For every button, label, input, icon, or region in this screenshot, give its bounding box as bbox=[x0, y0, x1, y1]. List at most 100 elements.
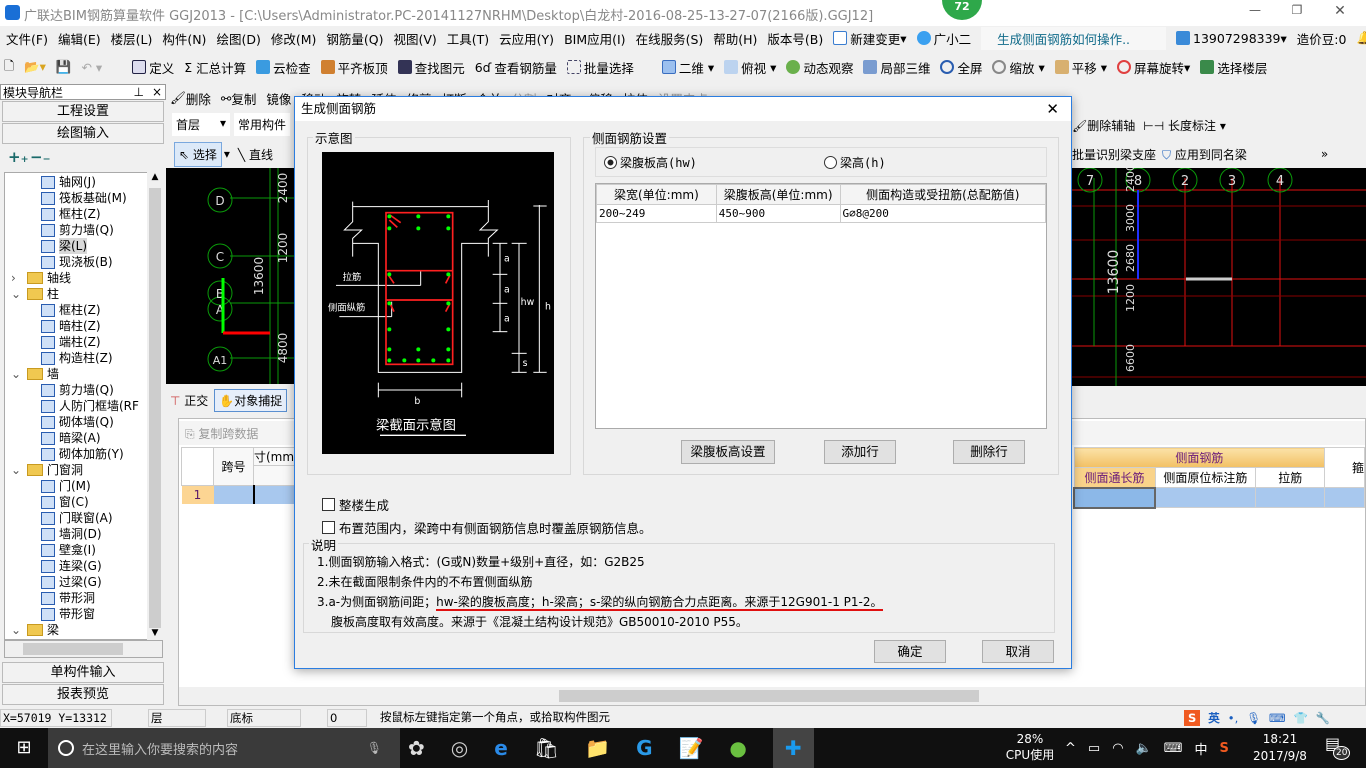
green-app-icon[interactable]: ● bbox=[729, 736, 746, 760]
tree-item[interactable]: 窗(C) bbox=[5, 494, 147, 510]
open-file-button[interactable]: 📂▾ bbox=[24, 59, 46, 75]
menu-draw[interactable]: 绘图(D) bbox=[216, 29, 260, 48]
tree-item[interactable]: 壁龛(I) bbox=[5, 542, 147, 558]
tree-item[interactable]: 连梁(G) bbox=[5, 558, 147, 574]
summary-calc-button[interactable]: Σ 汇总计算 bbox=[184, 58, 246, 77]
whole-building-checkbox[interactable]: 整楼生成 bbox=[322, 495, 389, 514]
project-settings-button[interactable]: 工程设置 bbox=[2, 101, 164, 122]
drawing-canvas-right[interactable]: 7 8 2 3 4 13600 2400 3000 2680 1200 6600 bbox=[1072, 168, 1366, 386]
start-button[interactable]: ⊞ bbox=[0, 728, 48, 768]
close-nav-icon[interactable]: × bbox=[152, 85, 162, 99]
collapse-all-icon[interactable]: −₋ bbox=[30, 148, 51, 166]
overwrite-checkbox[interactable]: 布置范围内，梁跨中有侧面钢筋信息时覆盖原钢筋信息。 bbox=[322, 518, 652, 537]
menu-edit[interactable]: 编辑(E) bbox=[58, 29, 101, 48]
row-number[interactable]: 1 bbox=[181, 485, 214, 504]
tree-item[interactable]: 门联窗(A) bbox=[5, 510, 147, 526]
tree-item[interactable]: 剪力墙(Q) bbox=[5, 222, 147, 238]
radio-beam-height[interactable]: 梁高(h) bbox=[824, 154, 886, 171]
score-badge[interactable]: 72 bbox=[942, 0, 982, 20]
tree-folder[interactable]: ⌄ 柱 bbox=[5, 286, 147, 302]
menu-bim[interactable]: BIM应用(I) bbox=[564, 29, 626, 48]
ime-indicator[interactable]: 中 bbox=[1195, 739, 1208, 758]
select-floor-button[interactable]: 选择楼层 bbox=[1200, 58, 1267, 77]
tree-item[interactable]: 过梁(G) bbox=[5, 574, 147, 590]
user-account[interactable]: 13907298339 ▾ bbox=[1176, 31, 1287, 46]
tree-item[interactable]: 砌体加筋(Y) bbox=[5, 446, 147, 462]
tree-folder[interactable]: ⌄ 门窗洞 bbox=[5, 462, 147, 478]
tree-item[interactable]: 构造柱(Z) bbox=[5, 350, 147, 366]
fullscreen-button[interactable]: 全屏 bbox=[940, 58, 982, 77]
side-inplace-cell[interactable] bbox=[1154, 487, 1257, 508]
tree-folder[interactable]: ⌄ 墙 bbox=[5, 366, 147, 382]
tree-item[interactable]: 砌体墙(Q) bbox=[5, 414, 147, 430]
menu-tools[interactable]: 工具(T) bbox=[447, 29, 489, 48]
zoom-dropdown[interactable]: 缩放 ▾ bbox=[992, 58, 1045, 77]
new-file-button[interactable]: 🗋 bbox=[4, 57, 14, 78]
taskbar-search[interactable]: 在这里输入你要搜索的内容 🎙 bbox=[48, 728, 400, 768]
store-icon[interactable]: 🛍 bbox=[534, 736, 559, 760]
tree-item[interactable]: 门(M) bbox=[5, 478, 147, 494]
object-snap-button[interactable]: ✋对象捕捉 bbox=[214, 388, 288, 412]
tree-item[interactable]: 轴网(J) bbox=[5, 174, 147, 190]
glodon-app-icon[interactable]: G bbox=[636, 736, 652, 760]
tree-item[interactable]: 人防门框墙(RF bbox=[5, 398, 147, 414]
action-center-button[interactable]: ▤ 20 bbox=[1325, 734, 1351, 762]
sogou-tray-icon[interactable]: S bbox=[1220, 741, 1229, 756]
menu-version[interactable]: 版本号(B) bbox=[767, 29, 823, 48]
tree-item[interactable]: 剪力墙(Q) bbox=[5, 382, 147, 398]
tree-item[interactable]: 端柱(Z) bbox=[5, 334, 147, 350]
fan-app-icon[interactable]: ✿ bbox=[408, 736, 425, 760]
length-dimension-button[interactable]: ⊢⊣ 长度标注 ▾ bbox=[1143, 117, 1226, 134]
tree-folder[interactable]: ⌄ 梁 bbox=[5, 622, 147, 638]
ortho-button[interactable]: ⊤ 正交 bbox=[170, 392, 208, 409]
delete-aux-axis-button[interactable]: 🖌删除辅轴 bbox=[1072, 117, 1135, 134]
edge-icon[interactable]: e bbox=[494, 736, 508, 760]
microphone-icon[interactable]: 🎙 bbox=[1246, 710, 1261, 726]
cloud-check-button[interactable]: 云检查 bbox=[256, 58, 311, 77]
bell-icon[interactable]: 🔔 bbox=[1356, 30, 1366, 46]
menu-online[interactable]: 在线服务(S) bbox=[636, 29, 704, 48]
drawing-canvas-left[interactable]: D C B A A1 13600 2400 1200 4800 bbox=[166, 168, 294, 384]
add-row-button[interactable]: 添加行 bbox=[824, 440, 896, 464]
floor-select[interactable]: 首层 ▾ bbox=[172, 112, 230, 136]
local-3d-button[interactable]: 局部三维 bbox=[863, 58, 930, 77]
tree-folder[interactable]: › 轴线 bbox=[5, 270, 147, 286]
cancel-button[interactable]: 取消 bbox=[982, 640, 1054, 663]
menu-modify[interactable]: 修改(M) bbox=[271, 29, 317, 48]
sogou-icon[interactable]: S bbox=[1184, 710, 1201, 726]
batch-select-button[interactable]: 批量选择 bbox=[566, 58, 634, 77]
tree-item[interactable]: 带形窗 bbox=[5, 606, 147, 622]
menu-floor[interactable]: 楼层(L) bbox=[111, 29, 153, 48]
menu-cloud[interactable]: 云应用(Y) bbox=[499, 29, 554, 48]
cell-beam-width[interactable]: 200~249 bbox=[596, 204, 717, 223]
wifi-icon[interactable]: ◠ bbox=[1112, 741, 1123, 756]
pan-dropdown[interactable]: 平移 ▾ bbox=[1054, 58, 1107, 77]
menu-component[interactable]: 构件(N) bbox=[162, 29, 206, 48]
assistant-menu[interactable]: 广小二 bbox=[916, 29, 971, 48]
keyboard-icon[interactable]: ⌨ bbox=[1269, 710, 1286, 726]
minimize-button[interactable]: — bbox=[1240, 3, 1270, 23]
single-component-input-button[interactable]: 单构件输入 bbox=[2, 662, 164, 683]
microphone-icon[interactable]: 🎙 bbox=[367, 741, 382, 755]
tree-vscrollbar[interactable]: ▲ ▼ bbox=[147, 172, 163, 640]
find-element-button[interactable]: 查找图元 bbox=[397, 58, 465, 77]
touch-keyboard-icon[interactable]: ⌨ bbox=[1164, 741, 1183, 756]
apply-same-name-button[interactable]: ⛉ 应用到同名梁 bbox=[1162, 146, 1247, 163]
mirror-button[interactable]: 镜像 bbox=[266, 89, 291, 108]
dialog-close-button[interactable]: ✕ bbox=[1046, 97, 1059, 121]
tree-item[interactable]: 带形洞 bbox=[5, 590, 147, 606]
cell-web-height[interactable]: 450~900 bbox=[715, 204, 841, 223]
align-slab-top-button[interactable]: 平齐板顶 bbox=[320, 58, 388, 77]
view-2d-dropdown[interactable]: 二维 ▾ bbox=[661, 58, 714, 77]
active-app-icon[interactable]: ✚ bbox=[772, 728, 814, 768]
batch-identify-support-button[interactable]: 批量识别梁支座 bbox=[1072, 146, 1156, 163]
tree-item[interactable]: 现浇板(B) bbox=[5, 254, 147, 270]
ime-lang[interactable]: 英 bbox=[1208, 710, 1220, 726]
tree-item[interactable]: 暗梁(A) bbox=[5, 430, 147, 446]
chevron-down-icon[interactable]: ⌄ bbox=[11, 622, 23, 638]
select-button[interactable]: ⇖ 选择 bbox=[174, 141, 222, 167]
battery-icon[interactable]: ▭ bbox=[1088, 741, 1100, 756]
tree-item[interactable]: 筏板基础(M) bbox=[5, 190, 147, 206]
pin-icon[interactable]: ⊥ bbox=[133, 85, 143, 99]
punctuation-icon[interactable]: •, bbox=[1228, 710, 1238, 726]
